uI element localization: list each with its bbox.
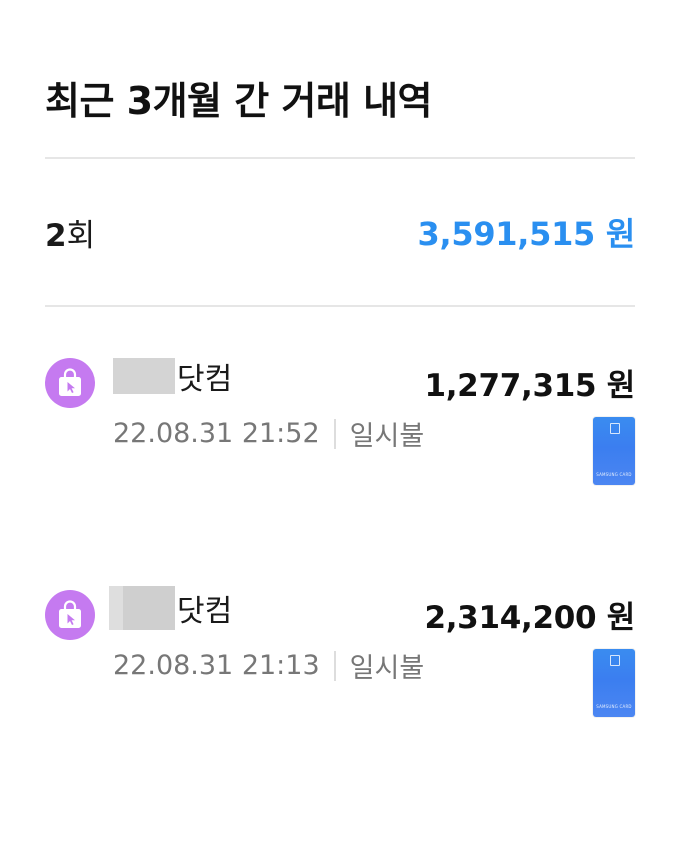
- divider: [45, 157, 635, 159]
- page-title: 최근 3개월 간 거래 내역: [45, 79, 433, 123]
- merchant-name-text: 닷컴: [177, 362, 233, 397]
- divider: [45, 305, 635, 307]
- card-chip-icon: [610, 655, 620, 666]
- shopping-bag-lock-icon: [45, 358, 95, 408]
- merchant-name-text: 닷컴: [177, 594, 233, 629]
- transaction-installment: 일시불: [349, 421, 425, 452]
- merchant-name: 닷컴: [113, 356, 233, 397]
- transaction-item[interactable]: 닷컴 2,314,200 원 22.08.31 21:13 일시불 SAMSUN…: [45, 582, 635, 722]
- transaction-installment: 일시불: [349, 653, 425, 684]
- transaction-meta: 22.08.31 21:52 일시불: [113, 414, 424, 453]
- transaction-count-number: 2: [45, 218, 67, 254]
- card-brand-text: SAMSUNG CARD: [596, 472, 632, 477]
- transaction-amount: 1,277,315 원: [424, 368, 635, 404]
- card-image: SAMSUNG CARD: [593, 649, 635, 717]
- meta-separator: [333, 418, 336, 449]
- meta-separator: [333, 650, 336, 681]
- card-brand-text: SAMSUNG CARD: [596, 704, 632, 709]
- transaction-count: 2회: [45, 210, 95, 255]
- shopping-bag-lock-icon: [45, 590, 95, 640]
- transaction-item[interactable]: 닷컴 1,277,315 원 22.08.31 21:52 일시불 SAMSUN…: [45, 350, 635, 490]
- transaction-amount: 2,314,200 원: [424, 600, 635, 636]
- transaction-count-unit: 회: [66, 218, 96, 254]
- card-chip-icon: [610, 423, 620, 434]
- transaction-total-amount: 3,591,515 원: [417, 215, 636, 253]
- transaction-meta: 22.08.31 21:13 일시불: [113, 646, 424, 685]
- transaction-datetime: 22.08.31 21:52: [113, 418, 320, 449]
- merchant-name: 닷컴: [109, 586, 233, 630]
- redacted-block: [109, 586, 175, 630]
- transaction-datetime: 22.08.31 21:13: [113, 650, 320, 681]
- redacted-block: [113, 358, 175, 394]
- card-image: SAMSUNG CARD: [593, 417, 635, 485]
